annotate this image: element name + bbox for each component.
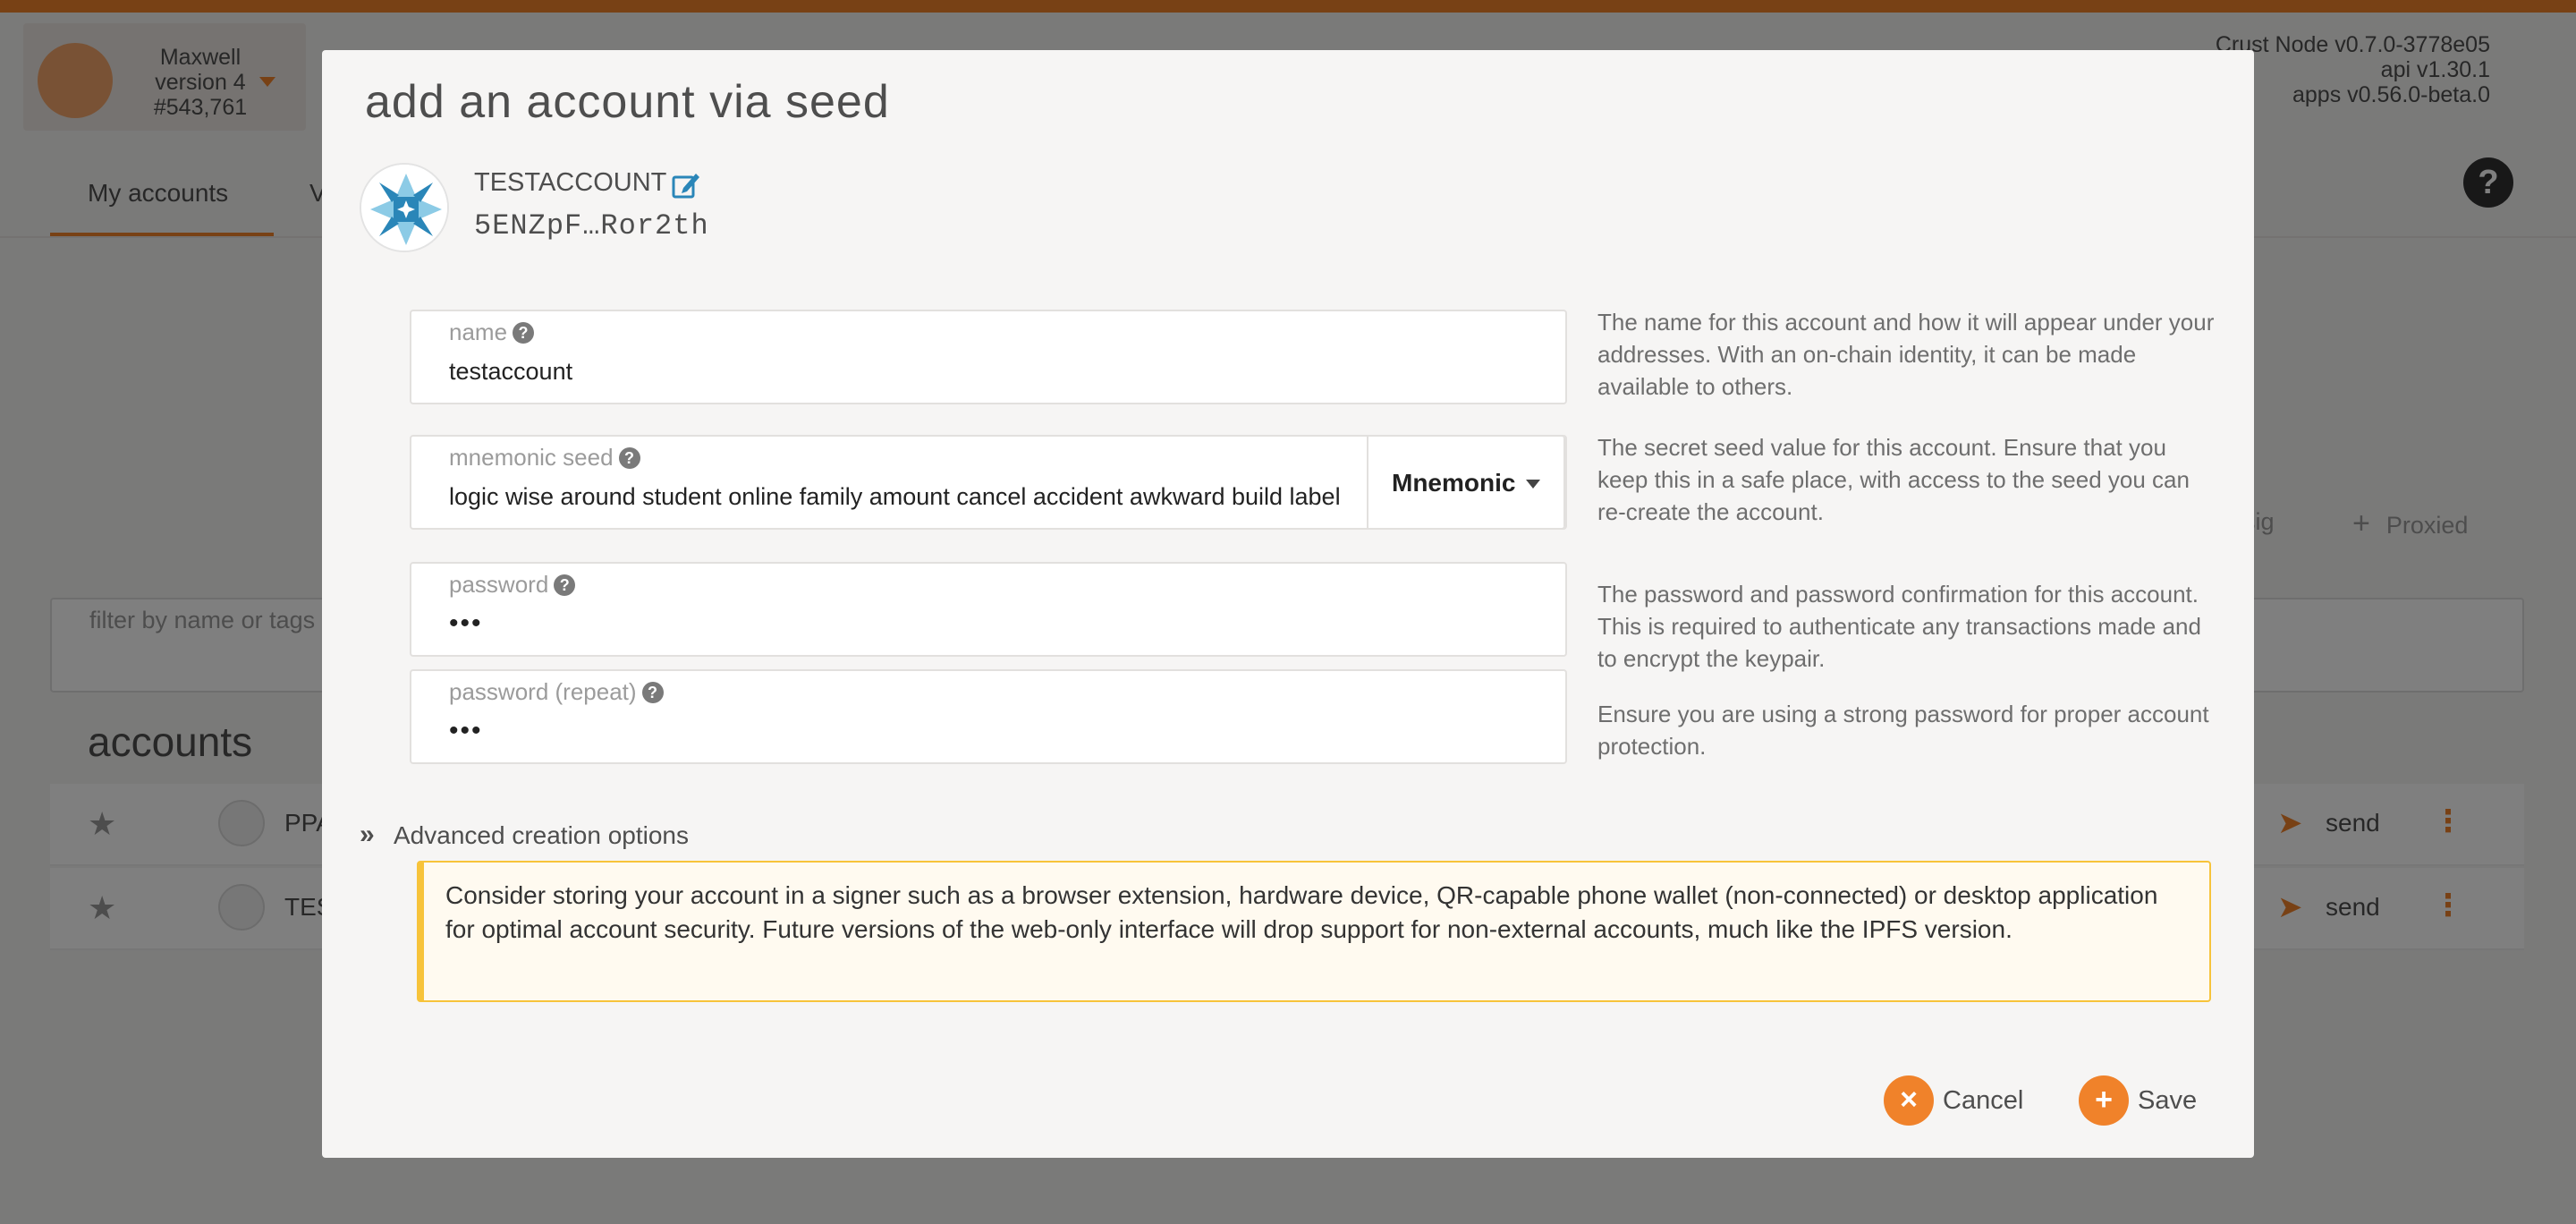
- account-address: 5ENZpF…Ror2th: [474, 209, 709, 242]
- account-display-name: TESTACCOUNT: [474, 168, 667, 197]
- password-help-text: The password and password confirmation f…: [1597, 581, 2201, 672]
- plus-icon: +: [2079, 1075, 2129, 1126]
- help-icon[interactable]: ?: [554, 574, 576, 596]
- password-repeat-label: password (repeat)?: [449, 678, 664, 706]
- caret-down-icon: [1526, 480, 1540, 489]
- mnemonic-seed-input[interactable]: logic wise around student online family …: [449, 483, 1368, 511]
- name-field[interactable]: name? testaccount: [410, 310, 1567, 404]
- mnemonic-seed-help-text: The secret seed value for this account. …: [1597, 434, 2190, 525]
- add-account-modal: add an account via seed TESTACCOUNT 5ENZ…: [322, 50, 2254, 1158]
- save-label: Save: [2138, 1086, 2198, 1115]
- mnemonic-seed-field[interactable]: mnemonic seed? logic wise around student…: [410, 435, 1567, 530]
- close-icon: ×: [1884, 1075, 1934, 1126]
- mnemonic-seed-label: mnemonic seed?: [449, 444, 640, 472]
- help-icon[interactable]: ?: [513, 322, 535, 344]
- edit-icon[interactable]: [671, 170, 701, 200]
- cancel-label: Cancel: [1943, 1086, 2024, 1115]
- help-icon[interactable]: ?: [618, 447, 640, 469]
- double-chevron-right-icon[interactable]: »: [360, 820, 375, 850]
- name-help-text: The name for this account and how it wil…: [1597, 309, 2215, 400]
- name-input[interactable]: testaccount: [449, 358, 572, 386]
- password-repeat-field[interactable]: password (repeat)? •••: [410, 669, 1567, 764]
- password-repeat-help-text: Ensure you are using a strong password f…: [1597, 701, 2209, 760]
- seed-type-select[interactable]: Mnemonic: [1367, 435, 1565, 530]
- name-label: name?: [449, 319, 535, 346]
- account-identicon: [360, 163, 449, 252]
- help-icon[interactable]: ?: [641, 682, 664, 703]
- advanced-options-toggle[interactable]: Advanced creation options: [394, 821, 689, 850]
- password-input[interactable]: •••: [449, 608, 483, 639]
- password-label: password?: [449, 571, 576, 599]
- seed-type-value: Mnemonic: [1392, 469, 1516, 497]
- password-field[interactable]: password? •••: [410, 562, 1567, 657]
- password-repeat-input[interactable]: •••: [449, 716, 483, 746]
- identicon-graphic: [361, 165, 447, 251]
- modal-title: add an account via seed: [365, 76, 890, 128]
- security-warning: Consider storing your account in a signe…: [417, 861, 2211, 1002]
